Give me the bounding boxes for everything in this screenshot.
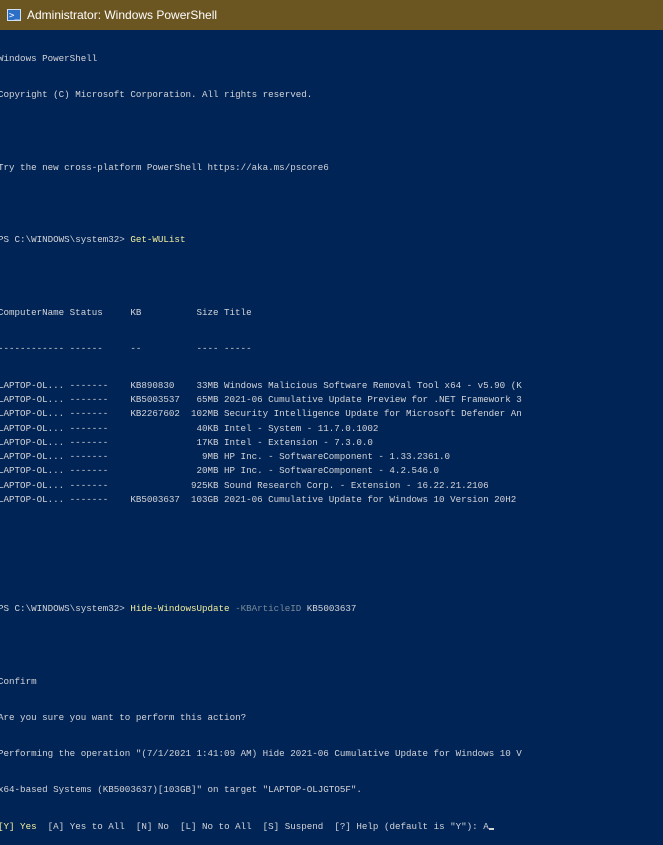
argument: KB5003637 xyxy=(301,602,357,614)
cell-size: 103GB xyxy=(190,494,219,506)
cell-title: 2021-06 Cumulative Update Preview for .N… xyxy=(224,393,522,405)
cell-size: 65MB xyxy=(196,393,219,405)
parameter: -KBArticleID xyxy=(229,602,302,614)
confirm-operation: Performing the operation "(7/1/2021 1:41… xyxy=(0,748,522,760)
cell-name: LAPTOP-OL... xyxy=(0,479,65,491)
cell-title: Intel - Extension - 7.3.0.0 xyxy=(224,436,373,448)
table-row: LAPTOP-OL... ------- 20MB HP Inc. - Softwar… xyxy=(0,464,663,478)
banner-line: Try the new cross-platform PowerShell ht… xyxy=(0,161,329,173)
confirm-question: Are you sure you want to perform this ac… xyxy=(0,711,247,723)
console-output[interactable]: Windows PowerShell Copyright (C) Microso… xyxy=(0,30,663,845)
cell-title: Security Intelligence Update for Microso… xyxy=(224,408,522,420)
cell-name: LAPTOP-OL... xyxy=(0,436,65,448)
cell-title: 2021-06 Cumulative Update for Windows 10… xyxy=(224,494,517,506)
cell-title: Intel - System - 11.7.0.1002 xyxy=(224,422,379,434)
window-title: Administrator: Windows PowerShell xyxy=(27,8,218,22)
table-row: LAPTOP-OL... ------- 925KB Sound Research C… xyxy=(0,479,663,493)
cell-kb: KB5003537 xyxy=(130,393,180,405)
title-bar[interactable]: >_ Administrator: Windows PowerShell xyxy=(0,0,663,30)
table-separator: ------------ ------ -- ---- ----- xyxy=(0,342,663,356)
cell-status: ------- xyxy=(69,436,109,448)
table-row: LAPTOP-OL... ------- KB2267602 102MB Securit… xyxy=(0,407,663,421)
command: Get-WUList xyxy=(130,234,186,246)
table-row: LAPTOP-OL... ------- 17KB Intel - Extension… xyxy=(0,436,663,450)
prompt: PS C:\WINDOWS\system32> xyxy=(0,234,131,246)
cell-name: LAPTOP-OL... xyxy=(0,422,65,434)
cell-name: LAPTOP-OL... xyxy=(0,494,65,506)
prompt-line: PS C:\WINDOWS\system32> Get-WUList xyxy=(0,233,663,247)
cell-title: Windows Malicious Software Removal Tool … xyxy=(224,379,522,391)
banner-line: Windows PowerShell xyxy=(0,53,98,64)
cell-size: 20MB xyxy=(196,465,219,477)
cell-name: LAPTOP-OL... xyxy=(0,393,65,405)
cell-name: LAPTOP-OL... xyxy=(0,408,65,420)
header-kb: KB xyxy=(130,307,142,319)
table-row: LAPTOP-OL... ------- KB5003537 65MB 2021-06 … xyxy=(0,393,663,407)
sep: ---- xyxy=(196,343,219,355)
cell-title: HP Inc. - SoftwareComponent - 4.2.546.0 xyxy=(224,465,440,477)
prompt: PS C:\WINDOWS\system32> xyxy=(0,602,131,614)
cell-size: 925KB xyxy=(190,479,219,491)
cell-size: 33MB xyxy=(196,379,219,391)
command: Hide-WindowsUpdate xyxy=(130,602,230,614)
choices: [A] Yes to All [N] No [L] No to All [S] … xyxy=(36,820,484,832)
table-row: LAPTOP-OL... ------- 40KB Intel - System - … xyxy=(0,422,663,436)
sep: -- xyxy=(130,343,142,355)
sep: ------ xyxy=(69,343,103,355)
cell-status: ------- xyxy=(69,465,109,477)
cell-name: LAPTOP-OL... xyxy=(0,451,65,463)
cell-size: 17KB xyxy=(196,436,219,448)
table-row: LAPTOP-OL... ------- KB890830 33MB Windows M… xyxy=(0,379,663,393)
cell-name: LAPTOP-OL... xyxy=(0,379,65,391)
cell-size: 102MB xyxy=(190,408,219,420)
powershell-icon: >_ xyxy=(7,9,21,21)
header-status: Status xyxy=(69,307,103,319)
user-input[interactable]: A xyxy=(483,821,489,832)
cell-kb: KB2267602 xyxy=(130,408,180,420)
cell-size: 40KB xyxy=(196,422,219,434)
cell-kb: KB890830 xyxy=(130,379,175,391)
cell-status: ------- xyxy=(69,479,109,491)
cell-status: ------- xyxy=(69,451,109,463)
cell-title: HP Inc. - SoftwareComponent - 1.33.2361.… xyxy=(224,451,451,463)
sep: ----- xyxy=(224,343,252,355)
cell-kb: KB5003637 xyxy=(130,494,180,506)
choice-default: [Y] Yes xyxy=(0,820,37,832)
cell-status: ------- xyxy=(69,422,109,434)
prompt-line: PS C:\WINDOWS\system32> Hide-WindowsUpda… xyxy=(0,602,663,616)
header-computername: ComputerName xyxy=(0,307,65,319)
cell-title: Sound Research Corp. - Extension - 16.22… xyxy=(224,479,489,491)
cell-status: ------- xyxy=(69,494,109,506)
cell-status: ------- xyxy=(69,408,109,420)
banner-line: Copyright (C) Microsoft Corporation. All… xyxy=(0,89,313,101)
table-row: LAPTOP-OL... ------- 9MB HP Inc. - Software… xyxy=(0,450,663,464)
table-row: LAPTOP-OL... ------- KB5003637 103GB 2021-06… xyxy=(0,493,663,507)
cell-size: 9MB xyxy=(201,451,219,463)
header-title: Title xyxy=(224,307,252,319)
header-size: Size xyxy=(196,307,219,319)
confirm-operation: x64-based Systems (KB5003637)[103GB]" on… xyxy=(0,784,362,796)
choice-line[interactable]: [Y] Yes [A] Yes to All [N] No [L] No to … xyxy=(0,820,663,834)
cell-status: ------- xyxy=(69,393,109,405)
sep: ------------ xyxy=(0,343,65,355)
table-header: ComputerName Status KB Size Title xyxy=(0,306,663,320)
cursor xyxy=(488,827,495,830)
confirm-heading: Confirm xyxy=(0,675,37,687)
cell-name: LAPTOP-OL... xyxy=(0,465,65,477)
cell-status: ------- xyxy=(69,379,109,391)
